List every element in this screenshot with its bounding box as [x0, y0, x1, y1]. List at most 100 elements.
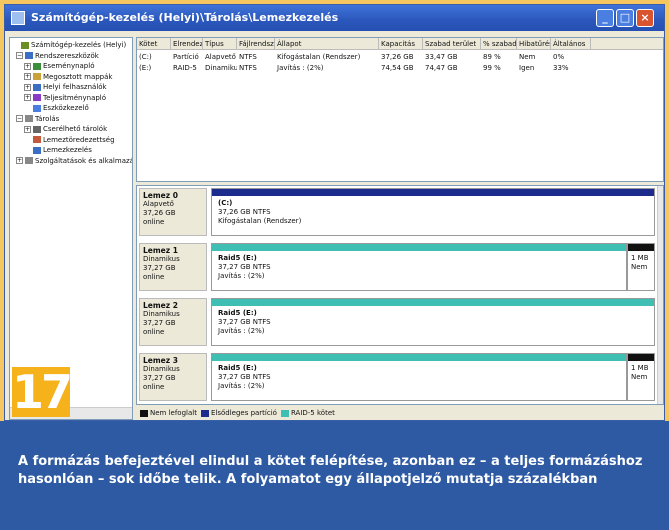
tree-item[interactable]: Lemeztöredezettség — [24, 135, 115, 145]
volume-block[interactable]: Raid5 (E:) 37,27 GB NTFS Javítás : (2%) — [211, 298, 655, 346]
table-cell[interactable]: 0% — [551, 52, 591, 62]
column-header: KötetElrendezésTípusFájlrendszerÁllapotK… — [137, 38, 663, 50]
tree-item[interactable]: + Eseménynapló — [24, 61, 94, 71]
close-button[interactable]: × — [636, 9, 654, 27]
expand-toggle-icon[interactable]: − — [16, 52, 23, 59]
unallocated-line2: Nem — [631, 373, 648, 381]
tree-item-label: Tárolás — [35, 114, 60, 123]
disk-status: online — [143, 328, 165, 336]
unallocated-line1: 1 MB — [631, 254, 649, 262]
volume-line2: 37,27 GB NTFS — [218, 263, 271, 271]
disk-size: 37,27 GB — [143, 374, 176, 382]
table-cell[interactable]: 74,47 GB — [423, 63, 481, 73]
table-cell[interactable]: 33% — [551, 63, 591, 73]
disk-type: Dinamikus — [143, 365, 180, 373]
legend-label: Elsődleges partíció — [210, 409, 277, 417]
table-cell[interactable]: 74,54 GB — [379, 63, 423, 73]
unallocated-line1: 1 MB — [631, 364, 649, 372]
disk-row[interactable]: Lemez 1 Dinamikus 37,27 GB online Raid5 (E:)… — [137, 241, 655, 293]
disk-type: Dinamikus — [143, 310, 180, 318]
maximize-button[interactable]: □ — [616, 9, 634, 27]
column-header-cell[interactable]: Kapacitás — [379, 38, 423, 50]
expand-toggle-icon[interactable]: + — [24, 94, 31, 101]
minimize-button[interactable]: _ — [596, 9, 614, 27]
tree-item[interactable]: − Tárolás — [16, 114, 59, 124]
column-header-cell[interactable]: Hibatűrés — [517, 38, 551, 50]
tree-item[interactable]: Eszközkezelő — [24, 103, 89, 113]
column-header-cell[interactable]: Típus — [203, 38, 237, 50]
tree-item[interactable]: + Teljesítménynapló — [24, 93, 106, 103]
tree-item[interactable]: − Rendszereszközök — [16, 51, 99, 61]
table-cell[interactable]: Igen — [517, 63, 551, 73]
column-header-cell[interactable]: Kötet — [137, 38, 171, 50]
disk-type: Dinamikus — [143, 255, 180, 263]
tree-item-label: Lemezkezelés — [43, 146, 92, 154]
tree-node-icon — [33, 146, 41, 154]
column-header-cell[interactable]: Elrendezés — [171, 38, 203, 50]
volume-color-bar — [212, 244, 626, 251]
volume-block[interactable]: Raid5 (E:) 37,27 GB NTFS Javítás : (2%) — [211, 243, 627, 291]
table-cell[interactable]: Alapvető — [203, 52, 237, 62]
disk-row[interactable]: Lemez 2 Dinamikus 37,27 GB online Raid5 (E:)… — [137, 296, 655, 348]
volume-block[interactable]: Raid5 (E:) 37,27 GB NTFS Javítás : (2%) — [211, 353, 627, 401]
table-cell[interactable]: 33,47 GB — [423, 52, 481, 62]
tree-node-icon — [25, 52, 33, 59]
app-window: Számítógép-kezelés (Helyi)\Tárolás\Lemez… — [4, 4, 665, 421]
table-cell[interactable]: 89 % — [481, 52, 517, 62]
disk-row[interactable]: Lemez 0 Alapvető 37,26 GB online (C:) 37,26 G… — [137, 186, 655, 238]
disk-label[interactable]: Lemez 1 Dinamikus 37,27 GB online — [139, 243, 207, 291]
tree-item[interactable]: + Szolgáltatások és alkalmazások — [16, 156, 132, 166]
page-frame: Számítógép-kezelés (Helyi)\Tárolás\Lemez… — [0, 0, 669, 530]
tree-item[interactable]: + Helyi felhasználók — [24, 82, 107, 92]
volume-title: Raid5 (E:) — [218, 254, 257, 262]
table-cell[interactable]: (E:) — [137, 63, 171, 73]
expand-toggle-icon[interactable]: + — [24, 83, 31, 91]
disk-label[interactable]: Lemez 0 Alapvető 37,26 GB online — [139, 188, 207, 236]
vertical-scrollbar[interactable] — [657, 186, 663, 404]
disk-row[interactable]: Lemez 3 Dinamikus 37,27 GB online Raid5 (E:)… — [137, 351, 655, 403]
expand-toggle-icon[interactable]: + — [24, 62, 31, 70]
column-header-cell[interactable]: Általános — [551, 38, 591, 50]
disk-size: 37,27 GB — [143, 319, 176, 327]
column-header-cell[interactable]: Fájlrendszer — [237, 38, 275, 50]
tree-item[interactable]: Számítógép-kezelés (Helyi) — [12, 40, 126, 50]
table-cell[interactable]: NTFS — [237, 52, 275, 62]
table-cell[interactable]: 99 % — [481, 63, 517, 73]
table-cell[interactable]: Kifogástalan (Rendszer) — [275, 52, 379, 62]
tree-item[interactable]: + Megosztott mappák — [24, 72, 112, 82]
tree-node-icon — [33, 104, 41, 112]
caption: A formázás befejeztével elindul a kötet … — [0, 421, 669, 530]
title-bar[interactable]: Számítógép-kezelés (Helyi)\Tárolás\Lemez… — [5, 5, 664, 31]
expand-toggle-icon[interactable]: + — [24, 73, 31, 80]
table-cell[interactable]: Partíció — [171, 52, 203, 62]
column-header-cell[interactable]: Szabad terület — [423, 38, 481, 50]
volume-line2: 37,27 GB NTFS — [218, 318, 271, 326]
legend-label: RAID-5 kötet — [290, 409, 335, 417]
disk-type: Alapvető — [143, 200, 174, 208]
table-cell[interactable]: 37,26 GB — [379, 52, 423, 62]
tree-item[interactable]: + Cserélhető tárolók — [24, 124, 107, 134]
table-cell[interactable]: NTFS — [237, 63, 275, 73]
tree-node-icon — [33, 73, 41, 80]
column-header-cell[interactable]: Állapot — [275, 38, 379, 50]
tree-node-icon — [33, 125, 41, 133]
tree-item[interactable]: Lemezkezelés — [24, 145, 92, 155]
column-header-cell[interactable]: % szabad — [481, 38, 517, 50]
tree-item-label: Megosztott mappák — [43, 72, 113, 81]
table-cell[interactable]: Dinamikus — [203, 63, 237, 73]
table-cell[interactable]: Nem — [517, 52, 551, 62]
expand-toggle-icon[interactable]: − — [16, 115, 23, 122]
volume-block[interactable]: (C:) 37,26 GB NTFS Kifogástalan (Rendszer) — [211, 188, 655, 236]
disk-label[interactable]: Lemez 3 Dinamikus 37,27 GB online — [139, 353, 207, 401]
table-cell[interactable]: RAID-5 — [171, 63, 203, 73]
unallocated-block[interactable]: 1 MB Nem — [627, 243, 655, 291]
volume-color-bar — [212, 299, 654, 306]
expand-toggle-icon[interactable]: + — [24, 125, 31, 133]
table-cell[interactable]: (C:) — [137, 52, 171, 62]
unallocated-line2: Nem — [631, 263, 648, 271]
disk-name: Lemez 0 — [143, 191, 178, 200]
expand-toggle-icon[interactable]: + — [16, 157, 23, 164]
table-cell[interactable]: Javítás : (2%) — [275, 63, 379, 73]
unallocated-block[interactable]: 1 MB Nem — [627, 353, 655, 401]
disk-label[interactable]: Lemez 2 Dinamikus 37,27 GB online — [139, 298, 207, 346]
